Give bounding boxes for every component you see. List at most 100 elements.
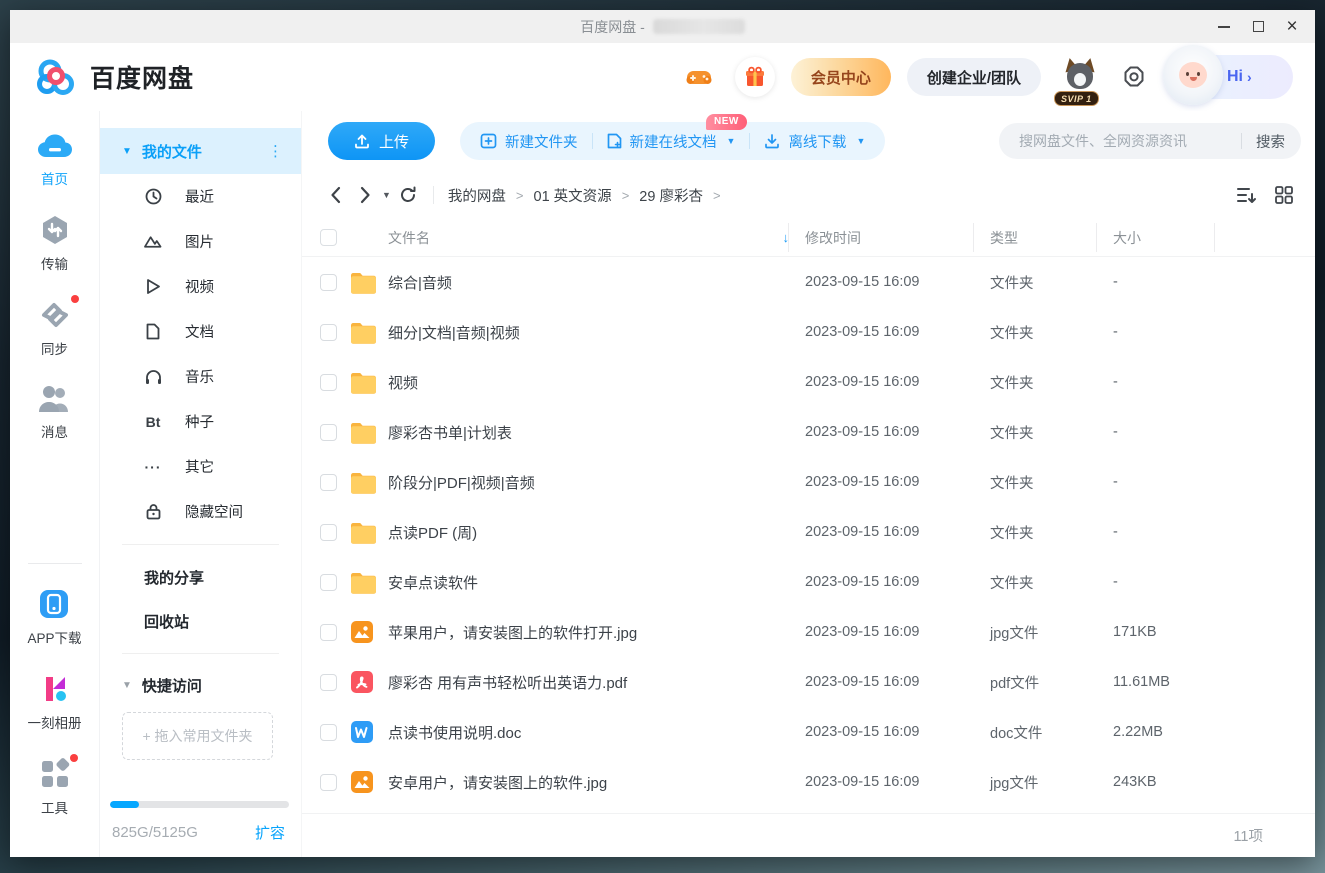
column-header-type[interactable]: 类型 <box>990 228 1113 248</box>
grid-view-icon[interactable] <box>1275 186 1293 204</box>
sort-order-icon[interactable] <box>1237 186 1257 204</box>
table-row[interactable]: 廖彩杏书单|计划表 2023-09-15 16:09 文件夹 - <box>302 407 1315 457</box>
sidebar-item-torrents[interactable]: Bt 种子 <box>100 399 301 444</box>
file-name[interactable]: 细分|文档|音频|视频 <box>388 322 805 343</box>
file-name[interactable]: 廖彩杏书单|计划表 <box>388 422 805 443</box>
kebab-menu-icon[interactable]: ⋮ <box>268 144 283 159</box>
row-checkbox[interactable] <box>320 474 337 491</box>
file-name[interactable]: 点读书使用说明.doc <box>388 722 805 743</box>
row-checkbox[interactable] <box>320 574 337 591</box>
rail-item-messages[interactable]: 消息 <box>38 384 72 441</box>
sidebar-header-my-files[interactable]: ▼ 我的文件 ⋮ <box>100 128 301 174</box>
sidebar-item-videos[interactable]: 视频 <box>100 264 301 309</box>
row-checkbox[interactable] <box>320 724 337 741</box>
sidebar-item-recycle-bin[interactable]: 回收站 <box>100 599 301 643</box>
rail-item-app-download[interactable]: APP下载 <box>27 588 81 647</box>
file-icon <box>350 770 388 794</box>
select-all-checkbox[interactable] <box>320 229 337 246</box>
gear-icon[interactable] <box>1119 62 1149 92</box>
row-checkbox[interactable] <box>320 774 337 791</box>
history-caret-icon[interactable]: ▼ <box>382 190 391 200</box>
sidebar-item-hidden-space[interactable]: 隐藏空间 <box>100 489 301 534</box>
table-row[interactable]: 视频 2023-09-15 16:09 文件夹 - <box>302 357 1315 407</box>
file-name[interactable]: 阶段分|PDF|视频|音频 <box>388 472 805 493</box>
table-row[interactable]: 苹果用户，请安装图上的软件打开.jpg 2023-09-15 16:09 jpg… <box>302 607 1315 657</box>
table-row[interactable]: 细分|文档|音频|视频 2023-09-15 16:09 文件夹 - <box>302 307 1315 357</box>
sidebar-item-label: 图片 <box>185 231 214 252</box>
breadcrumb-item[interactable]: 29 廖彩杏 <box>639 185 703 206</box>
column-header-time[interactable]: 修改时间 <box>805 228 990 248</box>
back-button[interactable] <box>320 180 350 210</box>
search-separator <box>1241 133 1242 149</box>
file-name[interactable]: 安卓点读软件 <box>388 572 805 593</box>
breadcrumb-item[interactable]: 01 英文资源 <box>534 185 612 206</box>
sidebar-item-documents[interactable]: 文档 <box>100 309 301 354</box>
caret-down-icon[interactable]: ▼ <box>122 146 132 157</box>
close-button[interactable]: × <box>1275 10 1309 43</box>
row-checkbox[interactable] <box>320 324 337 341</box>
table-row[interactable]: 安卓用户，请安装图上的软件.jpg 2023-09-15 16:09 jpg文件… <box>302 757 1315 807</box>
rail-item-transfer[interactable]: 传输 <box>39 214 71 273</box>
breadcrumb-separator: > <box>516 188 524 203</box>
game-icon[interactable] <box>679 57 719 97</box>
sidebar-item-my-shares[interactable]: 我的分享 <box>100 555 301 599</box>
new-folder-button[interactable]: 新建文件夹 <box>466 122 592 160</box>
item-count: 11项 <box>1233 825 1263 846</box>
minimize-button[interactable] <box>1207 10 1241 43</box>
rail-item-photos[interactable]: 一刻相册 <box>28 673 82 732</box>
expand-storage-link[interactable]: 扩容 <box>255 822 285 843</box>
file-name[interactable]: 廖彩杏 用有声书轻松听出英语力.pdf <box>388 672 805 693</box>
rail-item-home[interactable]: 首页 <box>37 133 73 188</box>
search-button[interactable]: 搜索 <box>1256 131 1285 152</box>
titlebar[interactable]: 百度网盘 - × <box>10 10 1315 43</box>
sidebar-item-other[interactable]: ··· 其它 <box>100 444 301 489</box>
maximize-button[interactable] <box>1241 10 1275 43</box>
quick-access-header[interactable]: ▼ 快捷访问 <box>100 664 301 706</box>
offline-download-button[interactable]: 离线下载 ▼ <box>750 122 879 160</box>
file-name[interactable]: 综合|音频 <box>388 272 805 293</box>
table-row[interactable]: 综合|音频 2023-09-15 16:09 文件夹 - <box>302 257 1315 307</box>
more-icon: ··· <box>144 459 162 475</box>
row-checkbox[interactable] <box>320 424 337 441</box>
forward-button[interactable] <box>350 180 380 210</box>
table-row[interactable]: 点读书使用说明.doc 2023-09-15 16:09 doc文件 2.22M… <box>302 707 1315 757</box>
row-checkbox[interactable] <box>320 274 337 291</box>
pet-avatar[interactable]: SVIP 1 <box>1057 54 1103 100</box>
sidebar-item-music[interactable]: 音乐 <box>100 354 301 399</box>
row-checkbox[interactable] <box>320 624 337 641</box>
file-name[interactable]: 安卓用户，请安装图上的软件.jpg <box>388 772 805 793</box>
table-row[interactable]: 阶段分|PDF|视频|音频 2023-09-15 16:09 文件夹 - <box>302 457 1315 507</box>
user-account-button[interactable]: Hi › <box>1165 55 1293 99</box>
upload-button[interactable]: 上传 <box>328 122 435 160</box>
caret-down-icon[interactable]: ▼ <box>122 680 132 691</box>
file-time: 2023-09-15 16:09 <box>805 774 990 790</box>
gift-icon[interactable] <box>735 57 775 97</box>
file-name[interactable]: 视频 <box>388 372 805 393</box>
app-window: 百度网盘 - × 百度网盘 <box>10 10 1315 857</box>
table-row[interactable]: 廖彩杏 用有声书轻松听出英语力.pdf 2023-09-15 16:09 pdf… <box>302 657 1315 707</box>
sidebar-divider <box>122 653 279 654</box>
search-input[interactable] <box>1019 133 1233 149</box>
refresh-button[interactable] <box>393 180 423 210</box>
file-icon <box>350 521 388 544</box>
vip-center-button[interactable]: 会员中心 <box>791 58 891 96</box>
storage-quota-bar <box>110 801 289 808</box>
search-box[interactable]: 搜索 <box>999 123 1301 159</box>
table-row[interactable]: 点读PDF (周) 2023-09-15 16:09 文件夹 - <box>302 507 1315 557</box>
favorite-folder-dropzone[interactable]: + 拖入常用文件夹 <box>122 712 273 760</box>
row-checkbox[interactable] <box>320 524 337 541</box>
create-team-button[interactable]: 创建企业/团队 <box>907 58 1041 96</box>
table-row[interactable]: 安卓点读软件 2023-09-15 16:09 文件夹 - <box>302 557 1315 607</box>
rail-item-sync[interactable]: 同步 <box>38 299 72 358</box>
column-header-name[interactable]: 文件名 <box>388 228 430 248</box>
row-checkbox[interactable] <box>320 674 337 691</box>
file-name[interactable]: 苹果用户，请安装图上的软件打开.jpg <box>388 622 805 643</box>
sidebar-item-pictures[interactable]: 图片 <box>100 219 301 264</box>
rail-item-label: 同步 <box>41 338 68 358</box>
rail-item-tools[interactable]: 工具 <box>39 758 71 817</box>
file-name[interactable]: 点读PDF (周) <box>388 522 805 543</box>
sidebar-item-recent[interactable]: 最近 <box>100 174 301 219</box>
breadcrumb-item[interactable]: 我的网盘 <box>448 185 506 206</box>
file-size: - <box>1113 424 1315 440</box>
row-checkbox[interactable] <box>320 374 337 391</box>
